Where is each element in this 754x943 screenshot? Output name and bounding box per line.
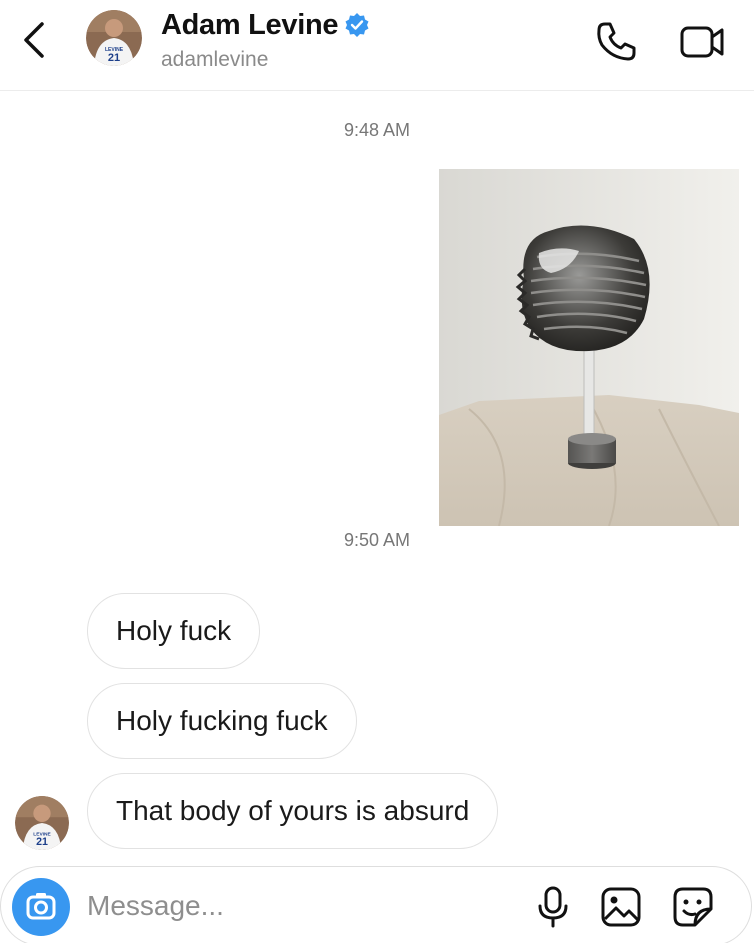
gallery-button[interactable]	[599, 885, 643, 929]
audio-call-button[interactable]	[592, 18, 640, 66]
chevron-left-icon	[24, 22, 44, 58]
video-call-button[interactable]	[676, 18, 730, 66]
phone-icon	[597, 22, 636, 61]
photo-message[interactable]	[439, 169, 739, 526]
header-name-block[interactable]: Adam Levine adamlevine	[161, 6, 370, 72]
camera-button[interactable]	[12, 878, 70, 936]
message-timestamp: 9:50 AM	[343, 530, 411, 550]
sticker-icon	[673, 887, 713, 927]
received-message-bubble[interactable]: Holy fuck	[87, 593, 261, 669]
avatar-jersey-number: 21	[108, 52, 120, 64]
avatar-jersey-number: 21	[36, 836, 48, 848]
header-avatar[interactable]: LEVINE 21	[86, 10, 142, 66]
username: adamlevine	[161, 48, 269, 71]
message-timestamp: 9:48 AM	[343, 120, 411, 140]
thread-header: LEVINE 21 Adam Levine adamlevine	[0, 0, 754, 91]
display-name: Adam Levine	[161, 8, 339, 41]
received-message-bubble[interactable]: Holy fucking fuck	[87, 683, 357, 759]
message-composer	[0, 866, 752, 943]
back-button[interactable]	[16, 16, 56, 64]
received-message-bubble[interactable]: That body of yours is absurd	[87, 773, 499, 849]
camera-icon	[26, 893, 56, 920]
sender-avatar[interactable]: LEVINE 21	[15, 796, 69, 850]
avatar-image: LEVINE 21	[86, 10, 142, 66]
microphone-icon	[538, 886, 568, 928]
avatar-image: LEVINE 21	[15, 796, 69, 850]
message-input[interactable]	[87, 885, 507, 927]
voice-message-button[interactable]	[533, 885, 573, 929]
dm-thread-screen: LEVINE 21 Adam Levine adamlevine 9:48 AM…	[0, 0, 754, 943]
video-camera-icon	[680, 26, 724, 58]
sculpture-photo	[439, 169, 739, 526]
verified-badge-icon	[345, 13, 369, 37]
sticker-button[interactable]	[671, 885, 715, 929]
gallery-icon	[601, 887, 641, 927]
